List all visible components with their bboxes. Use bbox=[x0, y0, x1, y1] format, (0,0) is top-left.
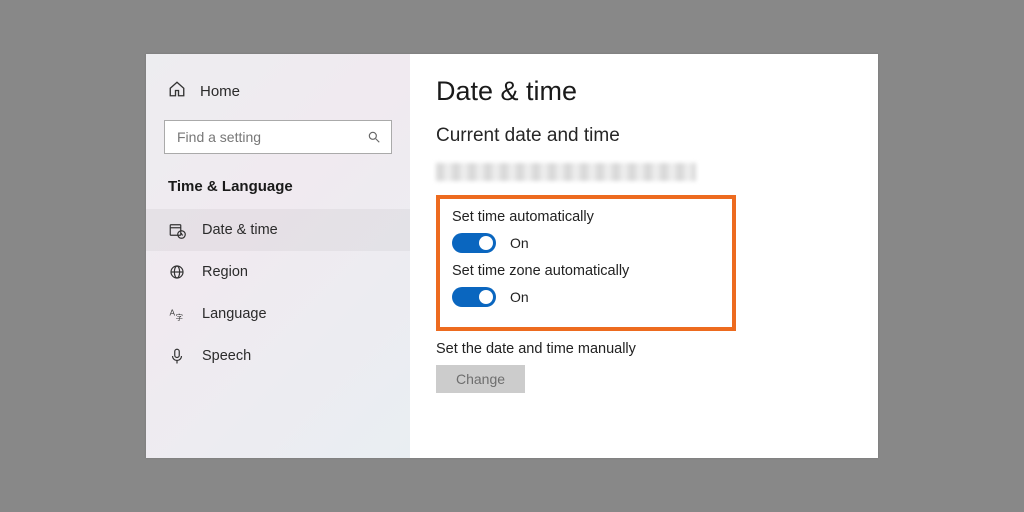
sidebar-item-region[interactable]: Region bbox=[146, 251, 410, 293]
set-tz-auto-label: Set time zone automatically bbox=[452, 263, 720, 279]
set-tz-auto-row: On bbox=[452, 287, 720, 307]
calendar-clock-icon bbox=[168, 221, 186, 239]
globe-icon bbox=[168, 263, 186, 281]
sidebar-item-label: Speech bbox=[202, 348, 251, 364]
settings-window: Home Time & Language Date & time bbox=[146, 54, 878, 458]
search-input[interactable] bbox=[175, 128, 367, 146]
set-time-auto-label: Set time automatically bbox=[452, 209, 720, 225]
highlight-box: Set time automatically On Set time zone … bbox=[436, 195, 736, 331]
set-tz-auto-state: On bbox=[510, 289, 529, 305]
change-button[interactable]: Change bbox=[436, 365, 525, 393]
set-time-auto-row: On bbox=[452, 233, 720, 253]
search-box[interactable] bbox=[164, 120, 392, 154]
sidebar-item-label: Date & time bbox=[202, 222, 278, 238]
set-time-auto-state: On bbox=[510, 235, 529, 251]
microphone-icon bbox=[168, 347, 186, 365]
home-nav[interactable]: Home bbox=[146, 72, 410, 116]
section-heading: Current date and time bbox=[436, 125, 852, 147]
current-datetime-value bbox=[436, 163, 696, 181]
sidebar: Home Time & Language Date & time bbox=[146, 54, 410, 458]
sidebar-item-language[interactable]: A 字 Language bbox=[146, 293, 410, 335]
search-icon bbox=[367, 130, 381, 144]
sidebar-item-label: Region bbox=[202, 264, 248, 280]
svg-text:字: 字 bbox=[176, 312, 184, 322]
home-icon bbox=[168, 80, 186, 102]
sidebar-item-date-time[interactable]: Date & time bbox=[146, 209, 410, 251]
category-title: Time & Language bbox=[146, 172, 410, 209]
svg-text:A: A bbox=[170, 309, 176, 318]
set-tz-auto-toggle[interactable] bbox=[452, 287, 496, 307]
sidebar-item-label: Language bbox=[202, 306, 267, 322]
sidebar-item-speech[interactable]: Speech bbox=[146, 335, 410, 377]
main-panel: Date & time Current date and time Set ti… bbox=[410, 54, 878, 458]
set-time-auto-toggle[interactable] bbox=[452, 233, 496, 253]
home-label: Home bbox=[200, 83, 240, 100]
manual-set-label: Set the date and time manually bbox=[436, 341, 852, 357]
page-title: Date & time bbox=[436, 76, 852, 107]
language-icon: A 字 bbox=[168, 305, 186, 323]
